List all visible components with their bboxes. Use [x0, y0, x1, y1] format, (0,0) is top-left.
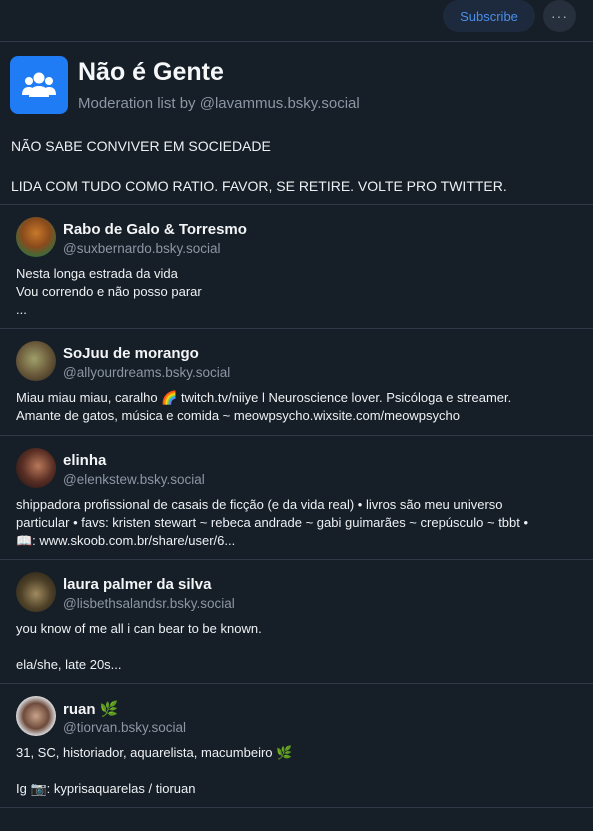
avatar[interactable]	[16, 572, 56, 612]
avatar[interactable]	[16, 696, 56, 736]
member-handle[interactable]: @allyourdreams.bsky.social	[63, 365, 230, 380]
member-handle[interactable]: @suxbernardo.bsky.social	[63, 241, 221, 256]
member-name[interactable]: elinha	[63, 452, 106, 469]
member-handle[interactable]: @tiorvan.bsky.social	[63, 720, 186, 735]
member-bio: Miau miau miau, caralho 🌈 twitch.tv/niiy…	[16, 390, 512, 423]
list-title: Não é Gente	[78, 58, 224, 86]
list-avatar	[10, 56, 68, 114]
list-description-line-2: LIDA COM TUDO COMO RATIO. FAVOR, SE RETI…	[11, 178, 507, 194]
more-options-button[interactable]: ···	[543, 0, 576, 32]
member-bio: shippadora profissional de casais de fic…	[16, 497, 529, 548]
avatar[interactable]	[16, 217, 56, 257]
avatar[interactable]	[16, 341, 56, 381]
member-name[interactable]: ruan 🌿	[63, 700, 118, 718]
list-subtitle: Moderation list by @lavammus.bsky.social	[78, 95, 360, 112]
subscribe-button[interactable]: Subscribe	[443, 0, 535, 32]
list-item[interactable]: elinha @elenkstew.bsky.social shippadora…	[0, 436, 593, 560]
list-item[interactable]: laura palmer da silva @lisbethsalandsr.b…	[0, 560, 593, 684]
member-bio: you know of me all i can bear to be know…	[16, 621, 262, 672]
member-bio: Nesta longa estrada da vida Vou correndo…	[16, 266, 202, 317]
member-name[interactable]: SoJuu de morango	[63, 345, 199, 362]
list-item[interactable]: SoJuu de morango @allyourdreams.bsky.soc…	[0, 329, 593, 436]
list-item[interactable]: ruan 🌿 @tiorvan.bsky.social 31, SC, hist…	[0, 684, 593, 808]
member-name[interactable]: laura palmer da silva	[63, 576, 211, 593]
member-handle[interactable]: @lisbethsalandsr.bsky.social	[63, 596, 235, 611]
top-bar: Subscribe ···	[0, 0, 593, 42]
list-description-line-1: NÃO SABE CONVIVER EM SOCIEDADE	[11, 138, 271, 154]
member-bio: 31, SC, historiador, aquarelista, macumb…	[16, 745, 293, 796]
member-name[interactable]: Rabo de Galo & Torresmo	[63, 221, 247, 238]
avatar[interactable]	[16, 448, 56, 488]
member-handle[interactable]: @elenkstew.bsky.social	[63, 472, 205, 487]
people-group-icon	[22, 72, 56, 97]
list-item[interactable]: Rabo de Galo & Torresmo @suxbernardo.bsk…	[0, 205, 593, 329]
